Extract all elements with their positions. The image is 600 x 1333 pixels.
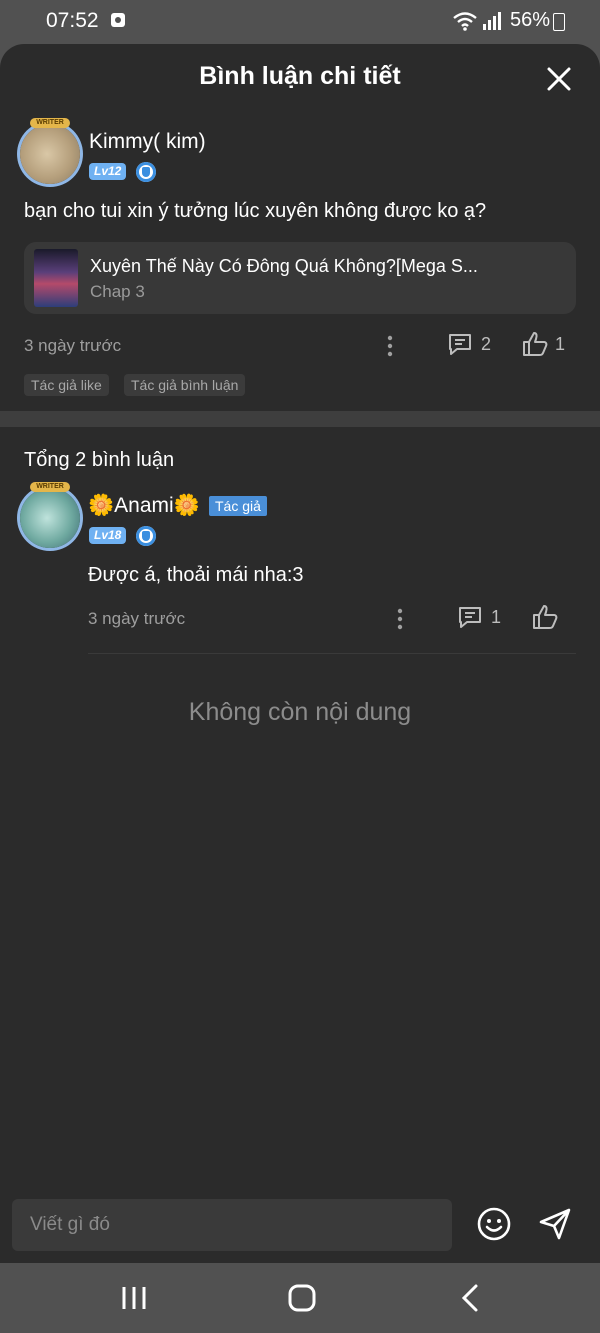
home-icon[interactable] [282,1283,322,1313]
reply-text: Được á, thoải mái nha:3 [88,564,304,586]
like-button[interactable] [531,604,561,632]
username[interactable]: Kimmy( kim) [89,130,206,154]
reply-button[interactable]: 2 [447,331,507,359]
chapter-card[interactable]: Xuyên Thế Này Có Đông Quá Không?[Mega S.… [24,242,576,314]
reply-username[interactable]: 🌼Anami🌼 [88,494,200,518]
author-tag: Tác giả [209,496,267,516]
thumbs-up-icon [523,332,548,356]
reply-button[interactable]: 1 [457,604,507,632]
app-notification-icon [111,13,125,27]
reply-count: 2 [481,334,492,354]
like-button[interactable]: 1 [521,331,571,359]
avatar[interactable]: WRITER [20,118,80,184]
more-options-icon[interactable] [378,334,402,358]
recent-apps-icon[interactable] [114,1283,154,1313]
comment-composer [0,1186,600,1263]
writer-badge: WRITER [30,482,70,492]
more-options-icon[interactable] [388,607,412,631]
status-bar: 07:52 56% [0,0,600,44]
replies-count-title: Tổng 2 bình luận [24,449,175,471]
end-of-content-message: Không còn nội dung [188,698,412,726]
like-count: 1 [555,334,566,354]
status-time: 07:52 [46,9,99,32]
comment-icon [449,334,471,355]
rank-icon [136,162,156,182]
comment-icon [459,607,481,628]
avatar[interactable]: WRITER [20,482,80,548]
reply-count: 1 [491,607,502,627]
close-icon[interactable] [544,64,574,94]
chapter-subtitle: Chap 3 [90,282,145,301]
signal-icon [483,12,501,30]
chapter-title: Xuyên Thế Này Có Đông Quá Không?[Mega S.… [90,256,478,276]
level-badge: Lv12 [89,163,127,180]
reply-divider [88,653,576,654]
back-icon[interactable] [450,1283,490,1313]
comment-text: bạn cho tui xin ý tưởng lúc xuyên không … [24,200,487,222]
page-title: Bình luận chi tiết [199,62,401,90]
battery-icon [553,13,565,31]
thumbs-up-icon [533,605,558,629]
sheet-header: Bình luận chi tiết [0,44,600,110]
chapter-cover-image [34,249,78,307]
wifi-icon [453,12,477,31]
comment-detail-sheet: Bình luận chi tiết WRITER Kimmy( kim) Lv… [0,44,600,1263]
battery-percentage: 56% [510,9,551,31]
tag-author-comment: Tác giả bình luận [124,374,246,396]
level-badge: Lv18 [89,527,127,544]
comment-time: 3 ngày trước [24,336,122,355]
tag-author-like: Tác giả like [24,374,109,396]
system-navigation-bar [0,1263,600,1333]
comment-input[interactable] [12,1199,452,1251]
send-icon[interactable] [537,1206,573,1242]
section-divider [0,411,600,427]
writer-badge: WRITER [30,118,70,128]
emoji-icon[interactable] [476,1206,512,1242]
rank-icon [136,526,156,546]
reply-time: 3 ngày trước [88,609,186,628]
